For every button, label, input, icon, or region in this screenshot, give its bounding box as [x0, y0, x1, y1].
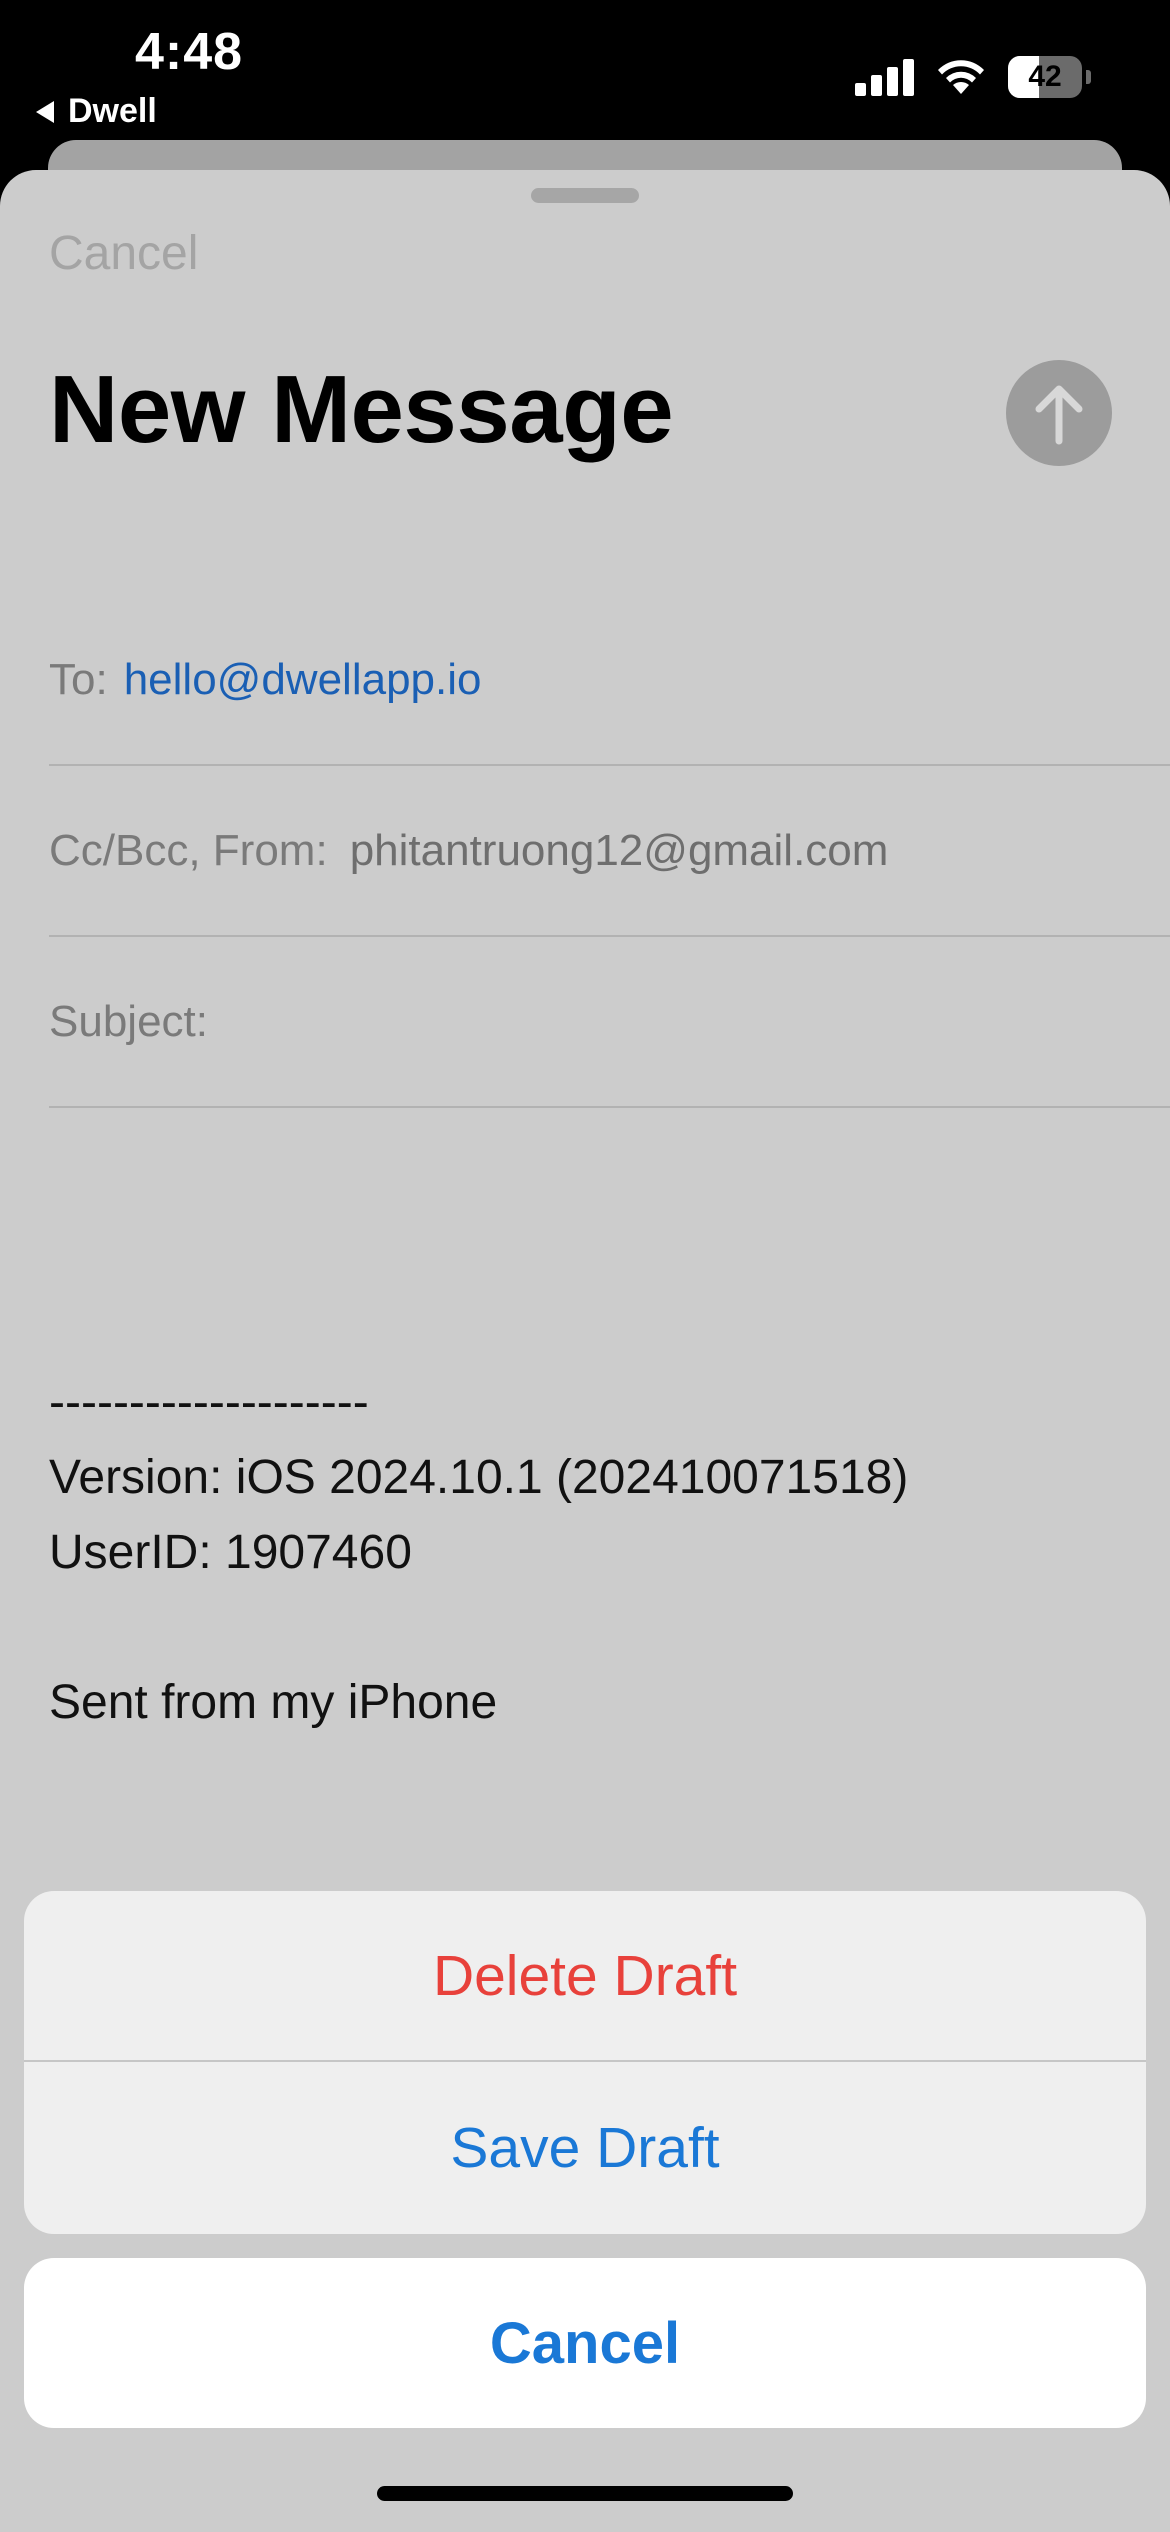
cc-bcc-from-field[interactable]: Cc/Bcc, From: phitantruong12@gmail.com: [49, 766, 1170, 937]
back-to-app-button[interactable]: Dwell: [36, 92, 157, 131]
back-app-label: Dwell: [68, 92, 157, 130]
body-line: Version: iOS 2024.10.1 (202410071518): [49, 1451, 909, 1504]
to-field[interactable]: To: hello@dwellapp.io: [49, 595, 1170, 766]
body-line: --------------------: [49, 1376, 369, 1429]
wifi-icon: [938, 60, 984, 94]
back-arrow-icon: [36, 100, 54, 123]
to-label: To:: [49, 654, 108, 704]
from-address[interactable]: phitantruong12@gmail.com: [350, 826, 889, 876]
status-time: 4:48: [135, 23, 244, 81]
message-body[interactable]: -------------------- Version: iOS 2024.1…: [49, 1365, 908, 1740]
cc-from-label: Cc/Bcc, From:: [49, 825, 328, 875]
page-title: New Message: [49, 356, 674, 463]
to-recipient[interactable]: hello@dwellapp.io: [124, 655, 482, 705]
battery-level: 42: [1028, 60, 1062, 93]
body-line: [49, 1590, 908, 1665]
home-indicator[interactable]: [377, 2486, 793, 2501]
body-line: UserID: 1907460: [49, 1526, 412, 1579]
subject-field[interactable]: Subject:: [49, 937, 1170, 1108]
delete-draft-button[interactable]: Delete Draft: [24, 1891, 1146, 2062]
action-sheet: Delete Draft Save Draft: [24, 1891, 1146, 2234]
sheet-grabber[interactable]: [531, 188, 639, 203]
save-draft-button[interactable]: Save Draft: [24, 2062, 1146, 2233]
send-button[interactable]: [1006, 360, 1112, 466]
cellular-signal-icon: [855, 58, 915, 96]
arrow-up-icon: [1035, 385, 1083, 445]
battery-icon: 42: [1008, 56, 1091, 98]
status-bar: 4:48 Dwell 42: [0, 0, 1170, 150]
body-line: Sent from my iPhone: [49, 1676, 498, 1729]
action-cancel-button[interactable]: Cancel: [24, 2258, 1146, 2428]
subject-label: Subject:: [49, 996, 208, 1046]
compose-cancel-button[interactable]: Cancel: [49, 226, 198, 281]
